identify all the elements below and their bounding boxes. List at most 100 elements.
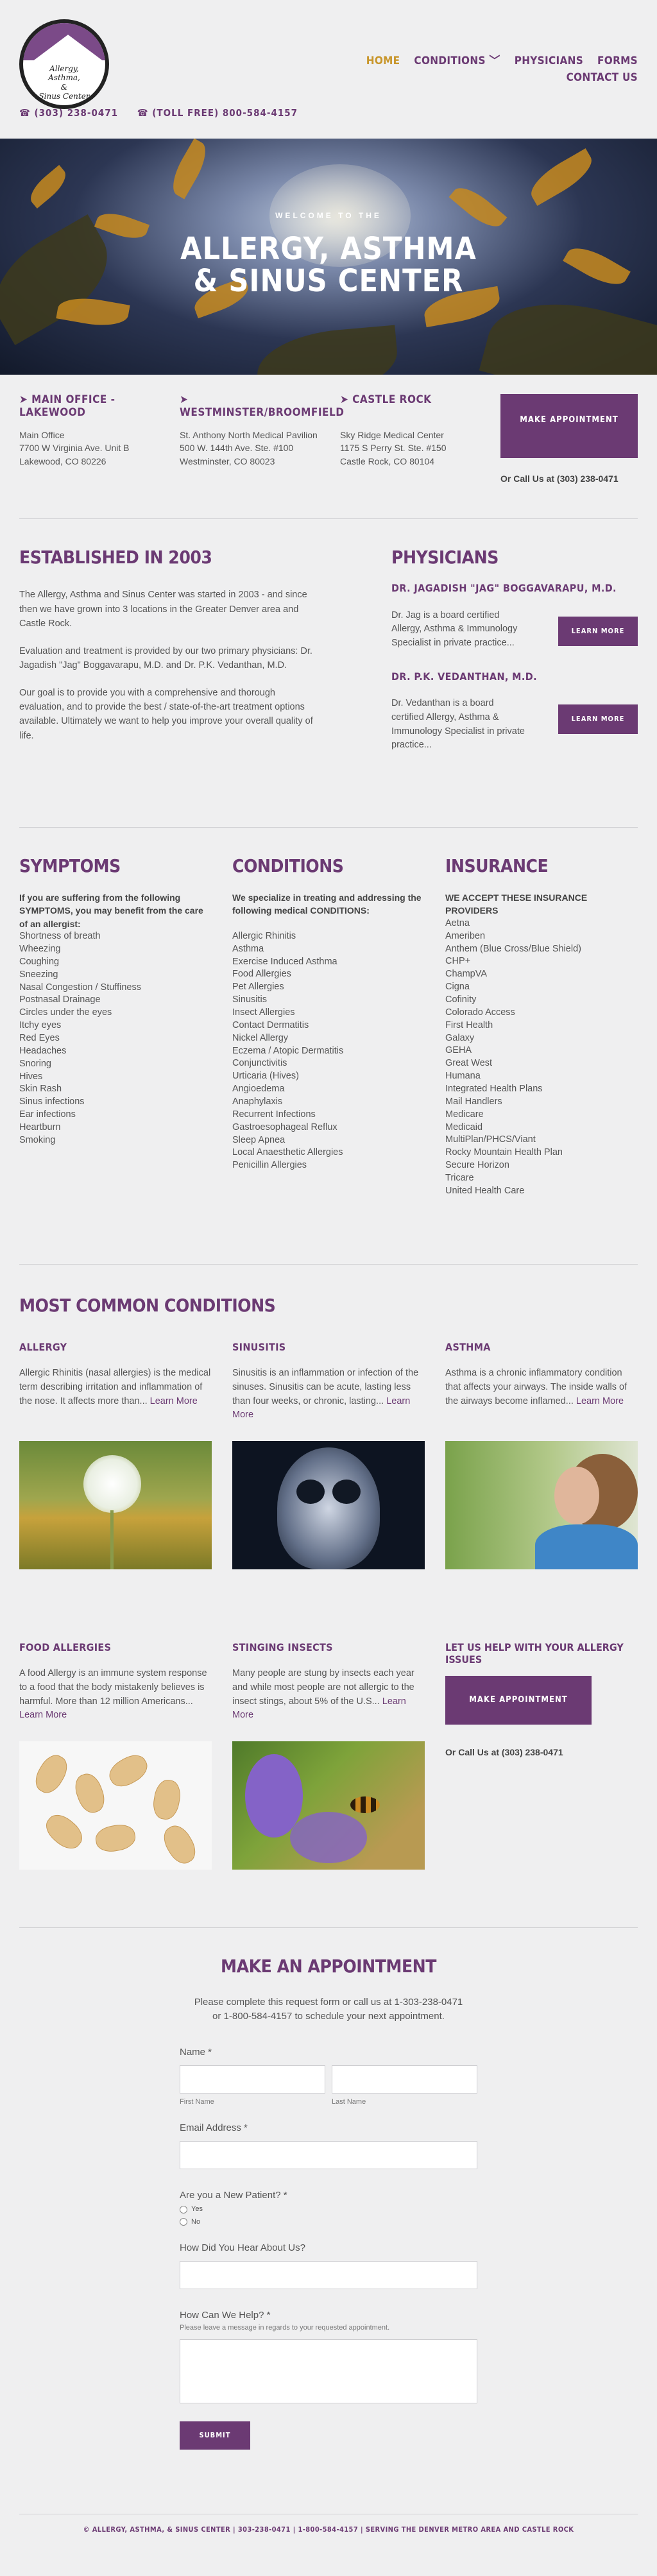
conditions-intro: We specialize in treating and addressing… xyxy=(232,892,422,916)
location-address: Main Office 7700 W Virginia Ave. Unit B … xyxy=(19,429,173,468)
cards-row: FOOD ALLERGIES A food Allergy is an immu… xyxy=(19,1641,638,1870)
make-appointment-button[interactable]: MAKE APPOINTMENT xyxy=(445,1676,592,1725)
physician-name[interactable]: DR. JAGADISH "JAG" BOGGAVARAPU, M.D. xyxy=(391,581,638,595)
insurance-item: United Health Care xyxy=(445,1185,525,1196)
card-title[interactable]: STINGING INSECTS xyxy=(232,1641,425,1667)
symptom-item: Heartburn xyxy=(19,1122,61,1132)
symptom-item: Itchy eyes xyxy=(19,1020,62,1031)
peanuts-photo[interactable] xyxy=(19,1741,212,1870)
radio-label: Yes xyxy=(191,2205,203,2213)
insurance-item: Cigna xyxy=(445,982,470,993)
physicians-title: PHYSICIANS xyxy=(391,547,499,568)
card-sinusitis: SINUSITIS Sinusitis is an inflammation o… xyxy=(232,1341,425,1570)
inhaler-woman-photo[interactable] xyxy=(445,1441,638,1570)
peanut-shape xyxy=(93,1822,138,1855)
logo-line: Allergy, xyxy=(49,64,79,73)
appointment-form: Name * First Name Last Name Email Addres… xyxy=(180,2045,477,2450)
physician-bio: Dr. Vedanthan is a board certified Aller… xyxy=(391,698,525,751)
dandelion-seedhead xyxy=(83,1455,141,1514)
toll-free-link[interactable]: ☎ (TOLL FREE) 800-584-4157 xyxy=(137,107,298,119)
hero-title-line: ALLERGY, ASTHMA xyxy=(180,230,477,267)
conditions-title: CONDITIONS xyxy=(232,855,344,876)
submit-button[interactable]: SUBMIT xyxy=(180,2421,250,2450)
logo-line: Sinus Center xyxy=(38,92,90,101)
nav-home[interactable]: HOME xyxy=(366,54,400,69)
location-address: Sky Ridge Medical Center 1175 S Perry St… xyxy=(340,429,494,468)
dandelion-stem xyxy=(110,1510,114,1570)
hear-about-input[interactable] xyxy=(180,2261,477,2290)
card-food-allergies: FOOD ALLERGIES A food Allergy is an immu… xyxy=(19,1641,212,1870)
logo-text: Allergy, Asthma, & Sinus Center xyxy=(23,64,105,101)
learn-more-button[interactable]: LEARN MORE xyxy=(558,616,638,646)
physician-jag: DR. JAGADISH "JAG" BOGGAVARAPU, M.D. Dr.… xyxy=(391,581,638,651)
help-block: LET US HELP WITH YOUR ALLERGY ISSUES MAK… xyxy=(445,1641,638,1870)
appointment-cta: MAKE APPOINTMENT Or Call Us at (303) 238… xyxy=(500,394,638,518)
card-text: Asthma is a chronic inflammatory conditi… xyxy=(445,1367,638,1441)
location-title[interactable]: ➤ MAIN OFFICE - LAKEWOOD xyxy=(19,393,173,429)
card-text: Sinusitis is an inflammation or infectio… xyxy=(232,1367,425,1441)
established-paragraph: The Allergy, Asthma and Sinus Center was… xyxy=(19,590,307,629)
symptom-item: Sneezing xyxy=(19,969,58,980)
appointment-description: Please complete this request form or cal… xyxy=(0,1995,657,2024)
symptoms-title: SYMPTOMS xyxy=(19,855,121,876)
card-title[interactable]: ALLERGY xyxy=(19,1341,212,1367)
radio-no[interactable]: No xyxy=(180,2217,477,2227)
appointment-title: MAKE AN APPOINTMENT xyxy=(221,1956,436,1977)
card-title[interactable]: ASTHMA xyxy=(445,1341,638,1367)
address-line: 1175 S Perry St. Ste. #150 xyxy=(340,443,447,454)
learn-more-link[interactable]: Learn More xyxy=(576,1396,624,1406)
flower-petal xyxy=(290,1812,367,1864)
insurance-item: Tricare xyxy=(445,1172,474,1183)
site-footer: © ALLERGY, ASTHMA, & SINUS CENTER | 303-… xyxy=(19,2514,638,2551)
hero-banner: WELCOME TO THE ALLERGY, ASTHMA & SINUS C… xyxy=(0,139,657,375)
symptom-item: Nasal Congestion / Stuffiness xyxy=(19,982,141,993)
peanut-shape xyxy=(105,1750,152,1793)
make-appointment-button[interactable]: MAKE APPOINTMENT xyxy=(500,394,638,458)
physician-name[interactable]: DR. P.K. VEDANTHAN, M.D. xyxy=(391,670,638,684)
phone-link[interactable]: ☎ (303) 238-0471 xyxy=(19,107,118,119)
nav-contact[interactable]: CONTACT US xyxy=(366,71,638,86)
symptom-item: Circles under the eyes xyxy=(19,1007,112,1018)
bee-flower-photo[interactable] xyxy=(232,1741,425,1870)
card-title[interactable]: FOOD ALLERGIES xyxy=(19,1641,212,1667)
message-textarea[interactable] xyxy=(180,2339,477,2404)
insurance-intro: WE ACCEPT THESE INSURANCE PROVIDERS xyxy=(445,892,588,916)
skull-xray-photo[interactable] xyxy=(232,1441,425,1570)
condition-item: Exercise Induced Asthma xyxy=(232,956,337,967)
insurance-item: Anthem (Blue Cross/Blue Shield) xyxy=(445,943,581,954)
symptom-item: Shortness of breath xyxy=(19,931,101,942)
logo[interactable]: Allergy, Asthma, & Sinus Center xyxy=(19,19,109,109)
symptom-item: Red Eyes xyxy=(19,1032,60,1043)
nav-conditions[interactable]: CONDITIONS ﹀ xyxy=(414,54,500,69)
established-paragraph: Our goal is to provide you with a compre… xyxy=(19,687,313,741)
radio-label: No xyxy=(191,2217,201,2226)
hero-title: ALLERGY, ASTHMA & SINUS CENTER xyxy=(0,230,657,297)
address-line: 500 W. 144th Ave. Ste. #100 xyxy=(180,443,294,454)
card-allergy: ALLERGY Allergic Rhinitis (nasal allergi… xyxy=(19,1341,212,1570)
nav-forms[interactable]: FORMS xyxy=(597,54,638,69)
insurance-item: Medicaid xyxy=(445,1122,483,1132)
card-asthma: ASTHMA Asthma is a chronic inflammatory … xyxy=(445,1341,638,1570)
first-name-input[interactable] xyxy=(180,2065,325,2094)
learn-more-link[interactable]: Learn More xyxy=(19,1710,67,1720)
nav-physicians[interactable]: PHYSICIANS xyxy=(515,54,583,69)
email-input[interactable] xyxy=(180,2141,477,2170)
common-conditions: MOST COMMON CONDITIONS ALLERGY Allergic … xyxy=(0,1265,657,1870)
insurance-item: Mail Handlers xyxy=(445,1096,502,1107)
condition-item: Food Allergies xyxy=(232,969,291,980)
radio-yes[interactable]: Yes xyxy=(180,2205,477,2214)
symptom-item: Coughing xyxy=(19,956,60,967)
radio-circle-icon xyxy=(180,2218,187,2226)
insurance-item: ChampVA xyxy=(445,969,488,980)
learn-more-link[interactable]: Learn More xyxy=(150,1396,198,1406)
cards-row: ALLERGY Allergic Rhinitis (nasal allergi… xyxy=(19,1341,638,1570)
card-title[interactable]: SINUSITIS xyxy=(232,1341,425,1367)
peanut-shape xyxy=(150,1778,183,1822)
insurance-item: Rocky Mountain Health Plan xyxy=(445,1147,563,1158)
location-title[interactable]: ➤ WESTMINSTER/BROOMFIELD xyxy=(180,393,344,429)
dandelion-photo[interactable] xyxy=(19,1441,212,1570)
insurance-item: Colorado Access xyxy=(445,1007,515,1018)
location-title[interactable]: ➤ CASTLE ROCK xyxy=(340,393,494,429)
last-name-input[interactable] xyxy=(332,2065,477,2094)
learn-more-button[interactable]: LEARN MORE xyxy=(558,704,638,735)
